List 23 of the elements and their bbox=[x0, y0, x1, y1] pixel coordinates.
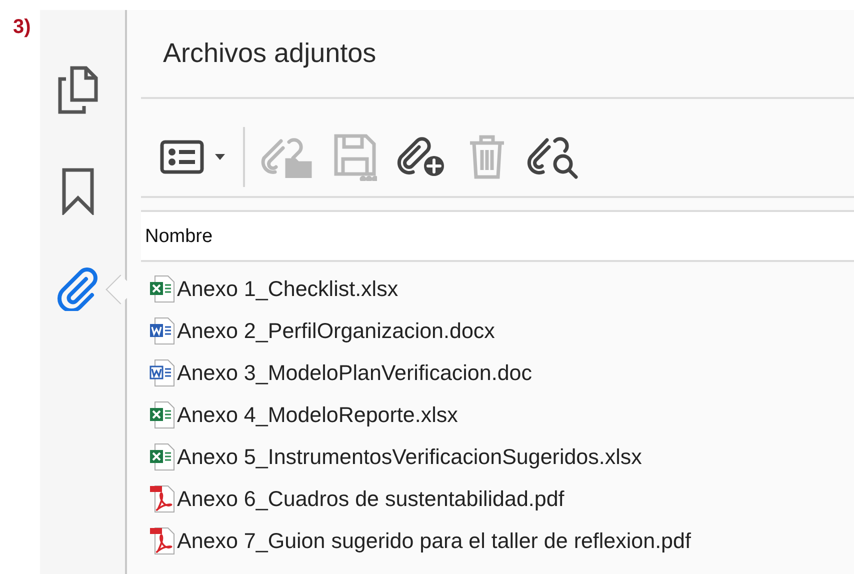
attachments-button[interactable] bbox=[56, 267, 100, 311]
file-name[interactable]: Anexo 1_Checklist.xlsx bbox=[177, 276, 398, 302]
spreadsheet-file-icon bbox=[149, 443, 175, 471]
add-attachment-button[interactable] bbox=[397, 134, 447, 178]
file-name[interactable]: Anexo 5_InstrumentosVerificacionSugeridos.xlsx bbox=[177, 444, 642, 470]
pdf-file-icon bbox=[149, 527, 175, 555]
word-file-icon bbox=[149, 317, 175, 345]
figure-number: 3) bbox=[13, 16, 31, 38]
panel-title: Archivos adjuntos bbox=[141, 10, 854, 99]
spreadsheet-file-icon bbox=[149, 401, 175, 429]
spreadsheet-file-icon bbox=[149, 275, 175, 303]
bookmarks-button[interactable] bbox=[60, 167, 94, 215]
file-name[interactable]: Anexo 7_Guion sugerido para el taller de reflexion.pdf bbox=[177, 528, 691, 554]
file-name[interactable]: Anexo 2_PerfilOrganizacion.docx bbox=[177, 318, 495, 344]
pages-button[interactable] bbox=[56, 65, 100, 115]
file-name[interactable]: Anexo 4_ModeloReporte.xlsx bbox=[177, 402, 458, 428]
file-name[interactable]: Anexo 6_Cuadros de sustentabilidad.pdf bbox=[177, 486, 564, 512]
attachment-search-button[interactable] bbox=[527, 134, 579, 178]
column-header[interactable]: Nombre bbox=[141, 212, 854, 262]
list-view-button[interactable] bbox=[159, 138, 227, 174]
word-file-icon bbox=[149, 359, 175, 387]
file-name[interactable]: Anexo 3_ModeloPlanVerificacion.doc bbox=[177, 360, 532, 386]
pdf-file-icon bbox=[149, 485, 175, 513]
